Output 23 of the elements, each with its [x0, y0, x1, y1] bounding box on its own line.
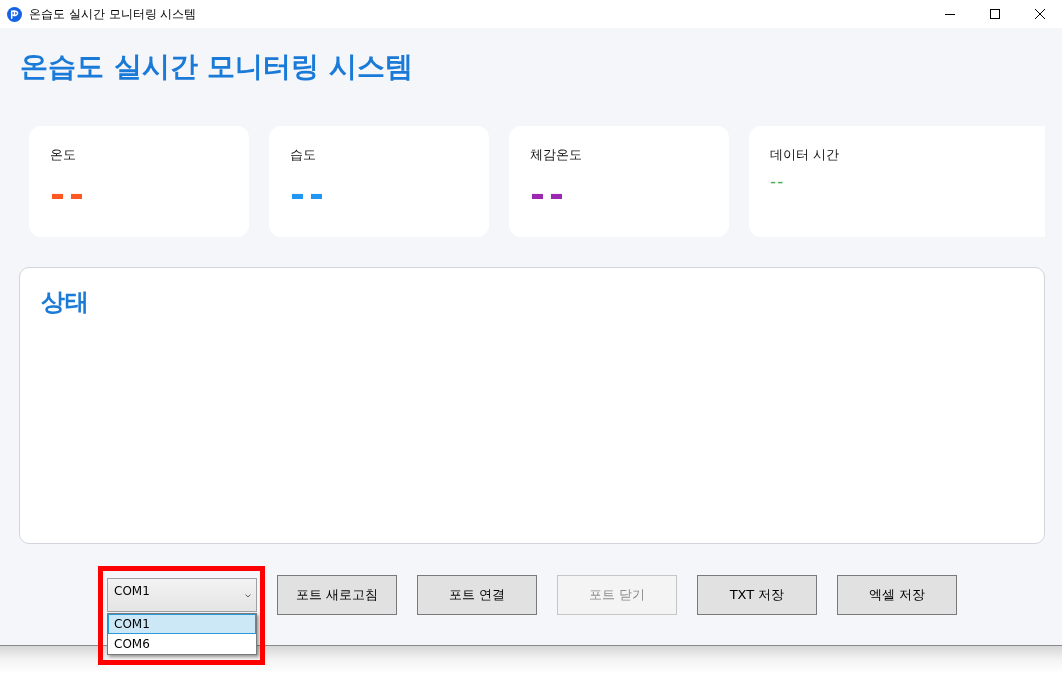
action-button[interactable]: 엑셀 저장 [837, 575, 957, 615]
maximize-icon [989, 9, 1000, 19]
port-select[interactable]: COM1 [107, 578, 257, 612]
card-value: -- [50, 177, 88, 213]
app-icon [7, 6, 22, 22]
dropdown-option[interactable]: COM1 [108, 614, 256, 634]
card-label: 온도 [50, 146, 76, 164]
close-icon [1034, 9, 1045, 19]
card-value: -- [530, 177, 568, 213]
minimize-icon [944, 13, 955, 15]
card-value: -- [770, 171, 785, 191]
card-label: 데이터 시간 [770, 146, 840, 164]
window-title: 온습도 실시간 모니터링 시스템 [29, 5, 197, 23]
action-button[interactable]: 포트 새로고침 [277, 575, 397, 615]
status-title: 상태 [41, 287, 89, 317]
card-label: 습도 [290, 146, 316, 164]
page-heading: 온습도 실시간 모니터링 시스템 [20, 50, 414, 84]
card-value: -- [290, 177, 328, 213]
action-button[interactable]: TXT 저장 [697, 575, 817, 615]
dropdown-option[interactable]: COM6 [108, 634, 256, 654]
action-button[interactable]: 포트 연결 [417, 575, 537, 615]
chevron-icon [245, 594, 251, 598]
card-label: 체감온도 [530, 146, 582, 164]
